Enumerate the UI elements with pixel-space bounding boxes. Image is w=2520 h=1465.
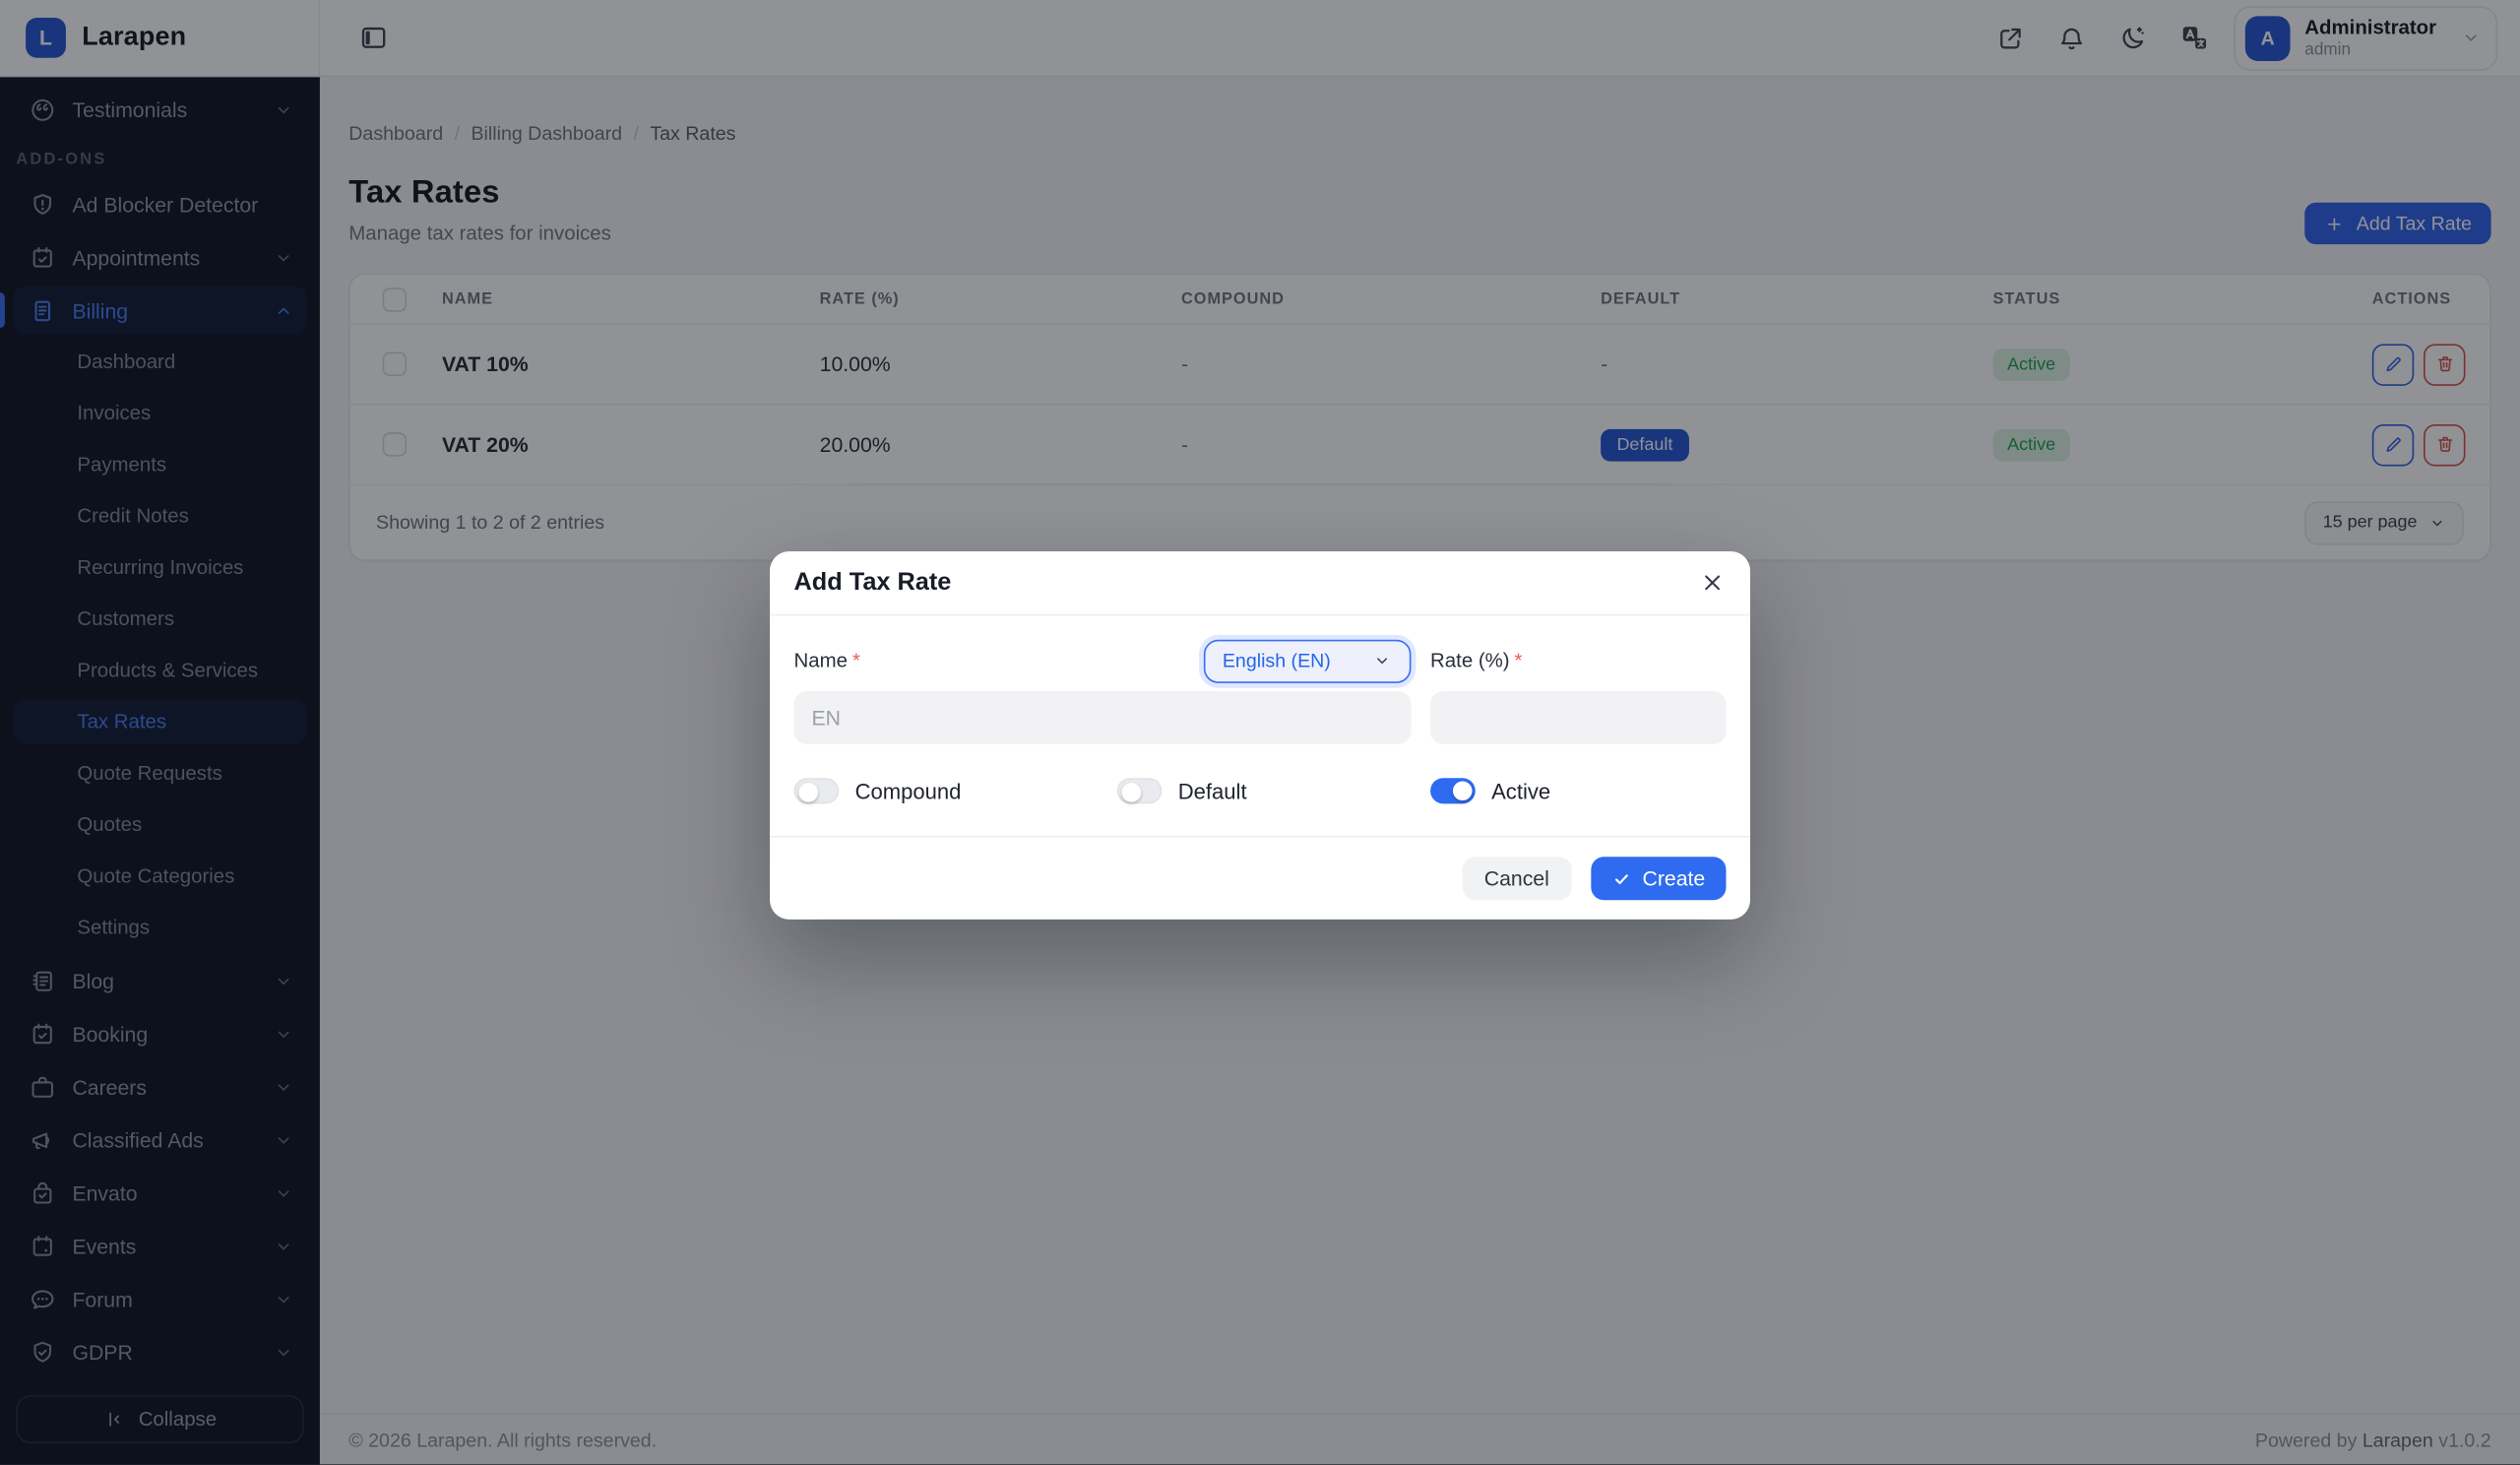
language-select[interactable]: English (EN) xyxy=(1203,639,1411,682)
cancel-button[interactable]: Cancel xyxy=(1462,857,1572,900)
toggle-label: Default xyxy=(1178,779,1247,802)
modal-header: Add Tax Rate xyxy=(770,551,1750,615)
create-button[interactable]: Create xyxy=(1591,857,1726,900)
rate-input[interactable] xyxy=(1430,691,1726,744)
rate-field-group: Rate (%)* xyxy=(1430,638,1726,744)
rate-label: Rate (%)* xyxy=(1430,650,1522,672)
toggle-group-active: Active xyxy=(1430,778,1726,803)
modal-body: Name* English (EN) Rate (%)* xyxy=(770,615,1750,836)
toggle-label: Active xyxy=(1491,779,1550,802)
name-field-group: Name* English (EN) xyxy=(794,638,1412,744)
close-icon[interactable] xyxy=(1699,569,1727,597)
toggle-group-default: Default xyxy=(1117,778,1430,803)
name-input[interactable] xyxy=(794,691,1412,744)
active-toggle[interactable] xyxy=(1430,778,1476,803)
check-icon xyxy=(1611,868,1631,888)
app-window: L Larapen A Administrator admin Testimon… xyxy=(0,0,2520,1464)
chevron-down-icon xyxy=(1372,651,1392,670)
default-toggle[interactable] xyxy=(1117,778,1163,803)
name-label: Name* xyxy=(794,650,860,672)
modal-toggles: Compound Default Active xyxy=(794,778,1727,836)
modal-title: Add Tax Rate xyxy=(794,568,952,597)
compound-toggle[interactable] xyxy=(794,778,840,803)
toggle-group-compound: Compound xyxy=(794,778,1117,803)
modal-footer: Cancel Create xyxy=(770,836,1750,920)
required-asterisk: * xyxy=(1514,650,1522,672)
toggle-label: Compound xyxy=(855,779,962,802)
add-tax-rate-modal: Add Tax Rate Name* English (EN) xyxy=(770,551,1750,920)
required-asterisk: * xyxy=(852,650,860,672)
